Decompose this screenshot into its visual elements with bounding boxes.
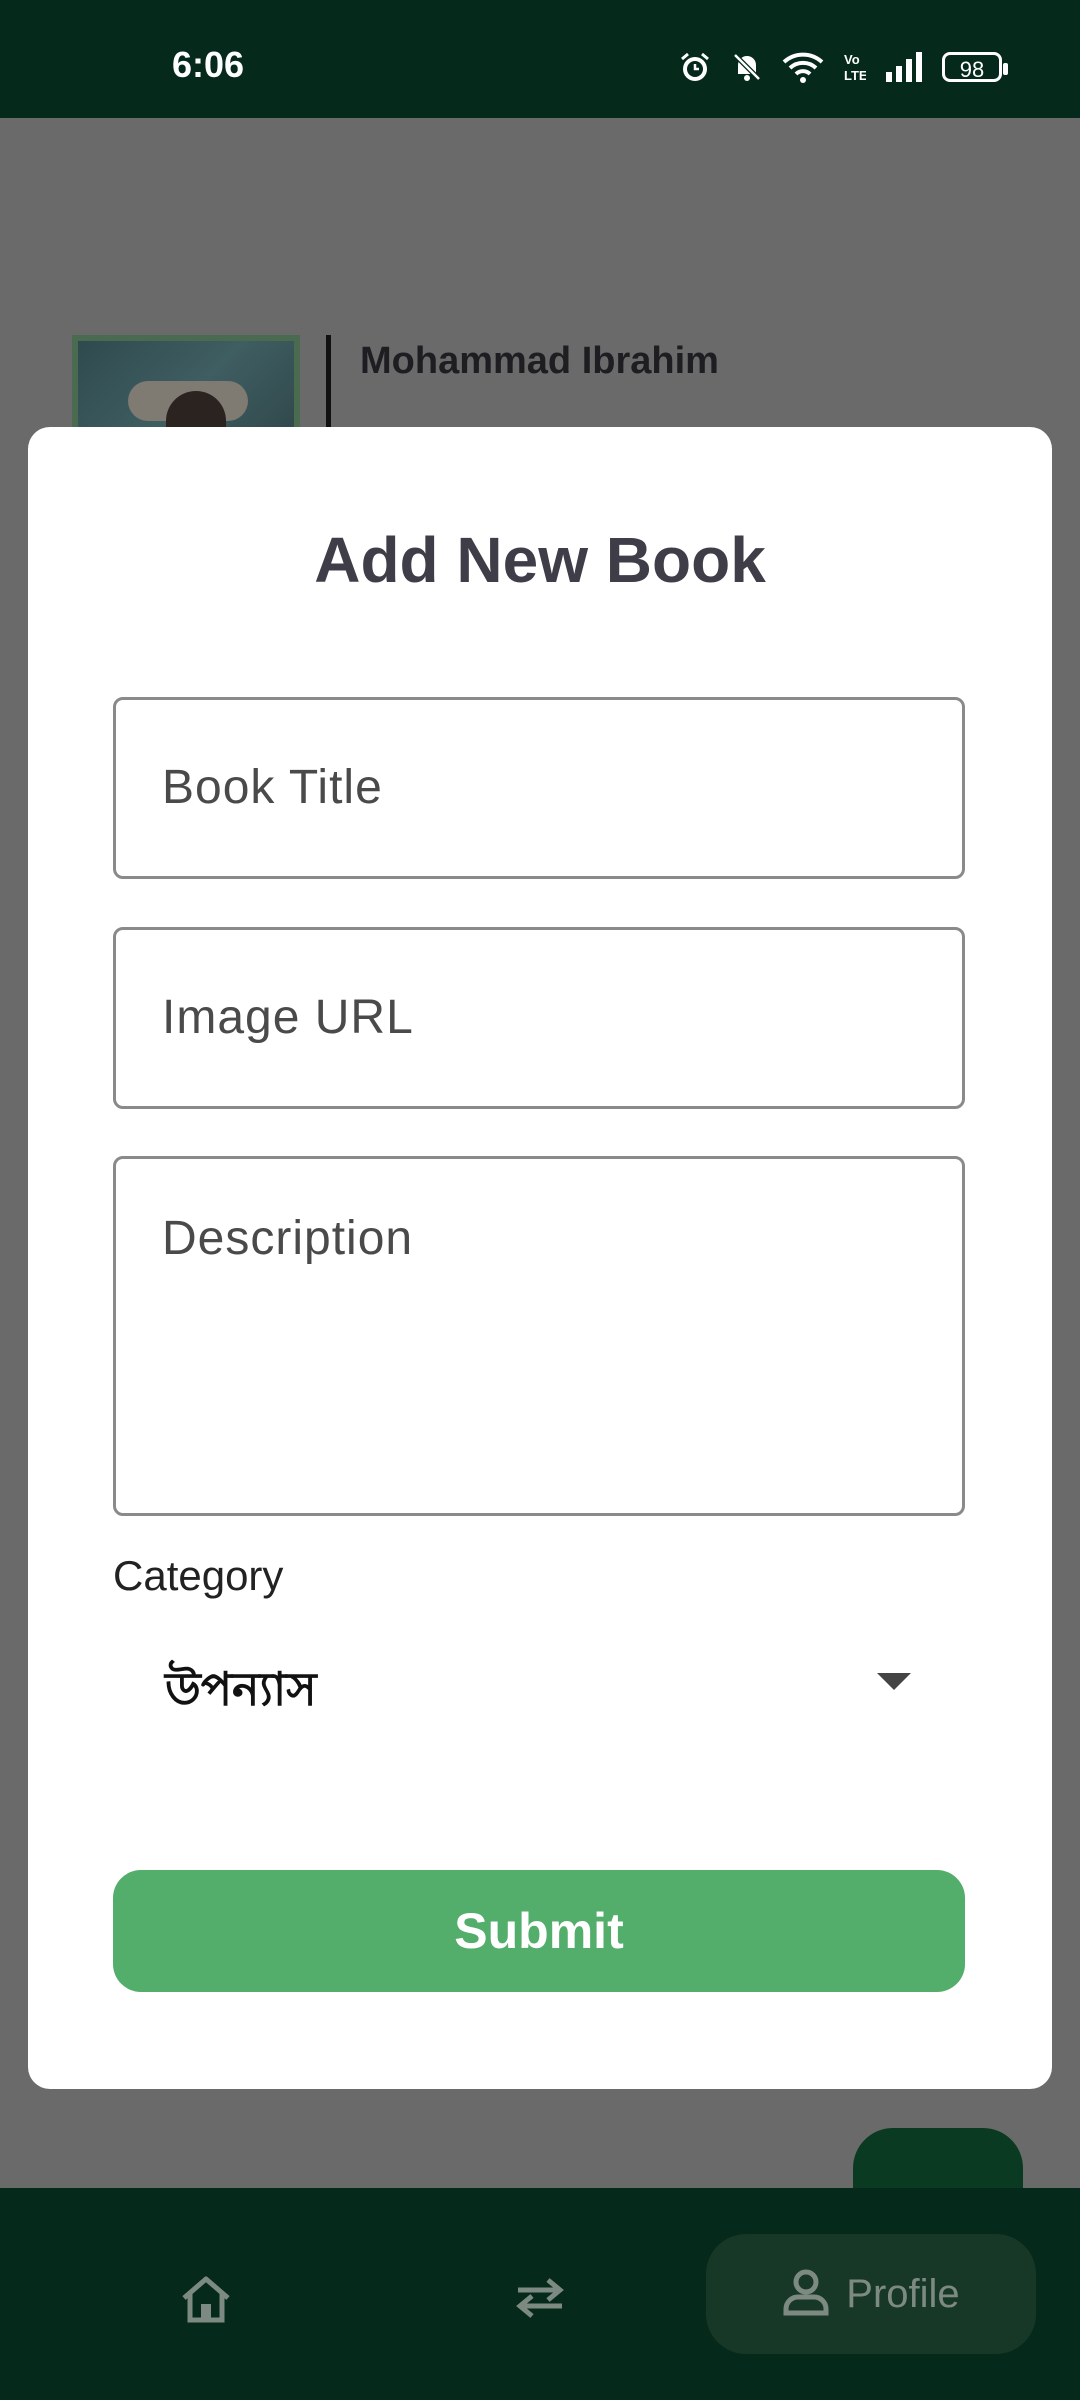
category-label: Category (113, 1552, 284, 1599)
bottom-navigation: Profile (0, 2188, 1080, 2400)
description-placeholder: Description (162, 1212, 414, 1265)
signal-icon (884, 50, 924, 84)
svg-text:LTE: LTE (844, 68, 866, 83)
nav-swap[interactable] (512, 2276, 568, 2325)
category-dropdown[interactable]: উপন্যাস (113, 1627, 965, 1737)
nav-profile[interactable]: Profile (706, 2234, 1036, 2354)
dialog-title: Add New Book (314, 524, 766, 596)
bell-off-icon (730, 50, 764, 84)
status-icons: Vo LTE 98 (678, 50, 1008, 84)
wifi-icon (782, 50, 824, 84)
profile-name: Mohammad Ibrahim (360, 340, 719, 382)
image-url-input[interactable]: Image URL (113, 927, 965, 1109)
add-book-dialog: Add New Book Book Title Image URL Descri… (28, 427, 1052, 2089)
status-time: 6:06 (172, 44, 245, 85)
image-url-placeholder: Image URL (162, 991, 414, 1044)
book-title-input[interactable]: Book Title (113, 697, 965, 879)
dropdown-arrow-icon (877, 1673, 911, 1690)
nav-profile-label: Profile (846, 2271, 960, 2316)
swap-icon (512, 2278, 568, 2324)
person-icon (782, 2267, 830, 2322)
description-input[interactable]: Description (113, 1156, 965, 1516)
submit-button[interactable]: Submit (113, 1870, 965, 1992)
status-bar: 6:06 Vo LTE 98 (0, 0, 1080, 118)
volte-icon: Vo LTE (842, 50, 866, 84)
battery-icon: 98 (942, 52, 1008, 82)
alarm-icon (678, 50, 712, 84)
svg-text:Vo: Vo (844, 52, 860, 67)
home-icon (180, 2276, 232, 2328)
nav-home[interactable] (180, 2274, 232, 2329)
book-title-placeholder: Book Title (162, 761, 383, 814)
category-selected-value: উপন্যাস (165, 1663, 317, 1715)
